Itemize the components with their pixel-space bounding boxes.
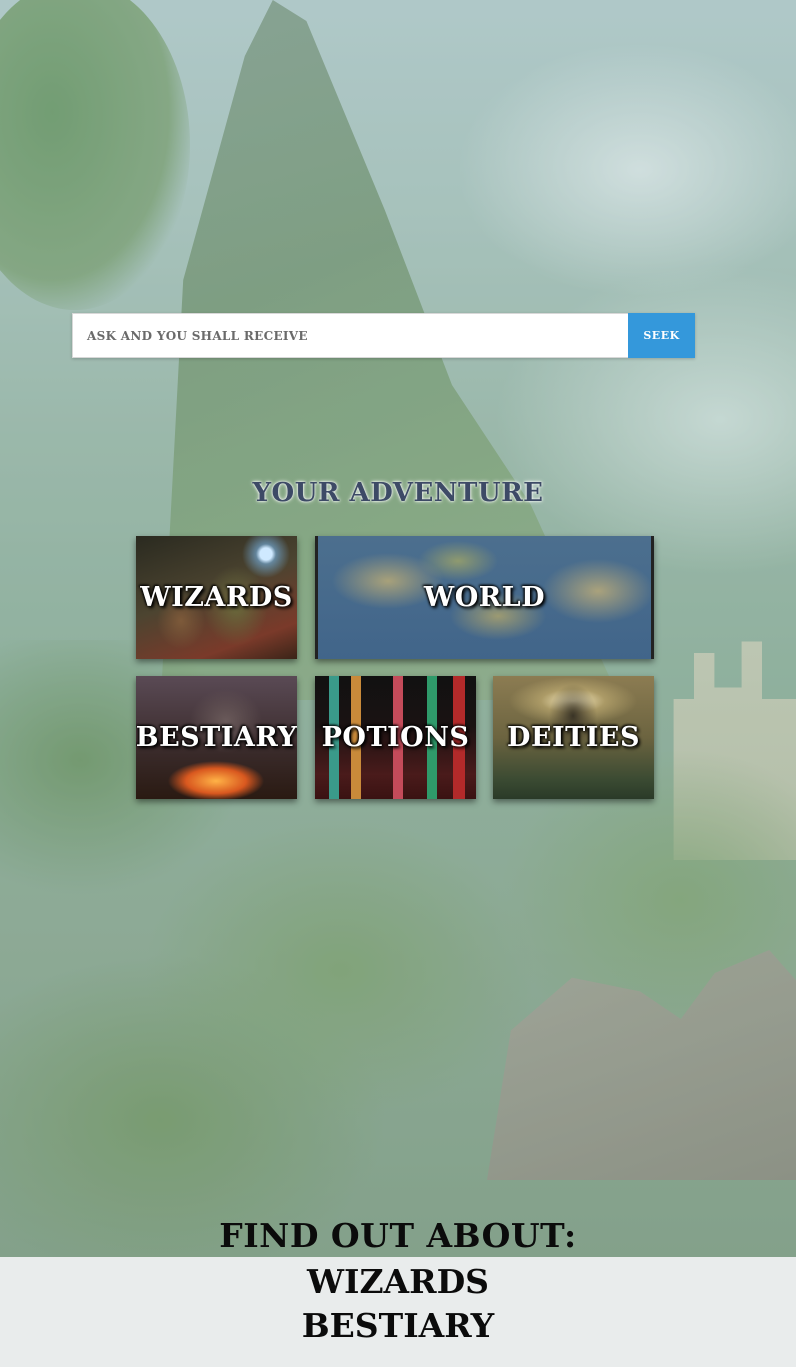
- hero-background: ASK AND YOU SHALL RECEIVE SEEK YOUR ADVE…: [0, 0, 796, 1257]
- footer-link-wizards[interactable]: WIZARDS: [0, 1262, 796, 1301]
- tile-deities[interactable]: DEITIES: [493, 676, 654, 799]
- find-out-title: FIND OUT ABOUT:: [219, 1216, 577, 1255]
- section-title: YOUR ADVENTURE: [252, 478, 544, 508]
- search-input[interactable]: ASK AND YOU SHALL RECEIVE: [72, 313, 628, 358]
- tile-world[interactable]: WORLD: [315, 536, 654, 659]
- tile-label: POTIONS: [321, 722, 470, 753]
- seek-button[interactable]: SEEK: [628, 313, 695, 358]
- tile-potions[interactable]: POTIONS: [315, 676, 476, 799]
- tile-label: DEITIES: [507, 722, 640, 753]
- search-bar: ASK AND YOU SHALL RECEIVE SEEK: [72, 313, 695, 358]
- tile-wizards[interactable]: WIZARDS: [136, 536, 297, 659]
- tile-label: BESTIARY: [136, 722, 297, 753]
- tile-label: WORLD: [423, 582, 546, 613]
- tile-label: WIZARDS: [140, 582, 293, 613]
- tile-bestiary[interactable]: BESTIARY: [136, 676, 297, 799]
- footer-link-bestiary[interactable]: BESTIARY: [0, 1306, 796, 1345]
